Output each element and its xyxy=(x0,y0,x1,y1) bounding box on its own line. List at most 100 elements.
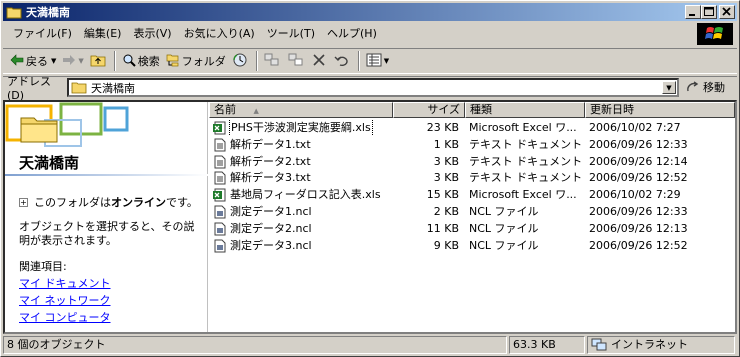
forward-dropdown-icon[interactable]: ▼ xyxy=(78,57,83,65)
go-label: 移動 xyxy=(703,81,725,94)
go-arrow-icon xyxy=(686,81,700,93)
table-row[interactable]: 測定データ1.ncl 2 KB NCL ファイル 2006/09/26 12:33 xyxy=(209,204,735,220)
excel-file-icon xyxy=(213,121,227,135)
file-size: 1 KB xyxy=(433,137,459,151)
file-name-cell[interactable]: 測定データ2.ncl xyxy=(209,221,393,237)
close-button[interactable] xyxy=(719,5,735,19)
menu-file[interactable]: ファイル(F) xyxy=(7,25,78,43)
file-type: テキスト ドキュメント xyxy=(469,137,583,151)
delete-button[interactable] xyxy=(309,50,331,72)
content-area: 天満橋南 + このフォルダは オンライン です。 オブジェクトを選択すると、その説明… xyxy=(3,100,737,334)
move-to-button[interactable] xyxy=(261,50,285,72)
undo-button[interactable] xyxy=(331,50,355,72)
file-name-cell[interactable]: 測定データ1.ncl xyxy=(209,204,393,220)
minimize-button[interactable] xyxy=(685,5,701,19)
file-name-cell[interactable]: PHS干渉波測定実施要綱.xls xyxy=(209,120,393,136)
back-button[interactable]: 戻る ▼ xyxy=(7,50,59,72)
windows-logo-icon xyxy=(697,23,733,45)
back-arrow-icon xyxy=(10,53,24,69)
excel-file-icon xyxy=(213,188,227,202)
status-size: 63.3 KB xyxy=(509,336,585,354)
table-row[interactable]: 解析データ1.txt 1 KB テキスト ドキュメント 2006/09/26 12:3… xyxy=(209,137,735,153)
column-header-modified[interactable]: 更新日時 xyxy=(585,102,735,118)
text-file-icon xyxy=(213,171,227,185)
link-my-computer[interactable]: マイ コンピュータ xyxy=(19,309,111,325)
delete-x-icon xyxy=(312,53,326,70)
file-modified: 2006/09/26 12:33 xyxy=(589,137,688,151)
address-value: 天満橋南 xyxy=(91,81,135,95)
ncl-file-icon xyxy=(213,222,227,236)
column-header-name[interactable]: 名前 ▲ xyxy=(209,102,393,118)
search-label: 検索 xyxy=(137,55,160,68)
file-name: 解析データ3.txt xyxy=(230,171,311,185)
file-list: 名前 ▲ サイズ 種類 更新日時 PHS干渉波測定実施要綱.xls 23 KB Mi… xyxy=(209,102,735,332)
related-heading: 関連項目: xyxy=(19,260,67,273)
copy-to-button[interactable] xyxy=(285,50,309,72)
address-bar: アドレス(D) 天満橋南 ▼ 移動 xyxy=(3,75,737,102)
folder-icon xyxy=(6,5,22,19)
standard-toolbar: 戻る ▼ ▼ 検索 フォルダ ▼ xyxy=(3,48,737,74)
table-row[interactable]: 解析データ3.txt 3 KB テキスト ドキュメント 2006/09/26 12:5… xyxy=(209,170,735,186)
online-bold: オンライン xyxy=(111,196,166,209)
file-name-cell[interactable]: 解析データ2.txt xyxy=(209,154,393,170)
forward-button[interactable]: ▼ xyxy=(59,50,86,72)
online-suffix: です。 xyxy=(166,196,198,209)
file-modified: 2006/09/26 12:52 xyxy=(589,171,688,185)
menu-bar: ファイル(F) 編集(E) 表示(V) お気に入り(A) ツール(T) ヘルプ(… xyxy=(3,23,693,45)
history-button[interactable] xyxy=(229,50,253,72)
file-type: NCL ファイル xyxy=(469,238,539,252)
web-view-pane: 天満橋南 + このフォルダは オンライン です。 オブジェクトを選択すると、その説明… xyxy=(5,102,208,332)
up-folder-button[interactable] xyxy=(87,50,111,72)
ncl-file-icon xyxy=(213,239,227,253)
table-row[interactable]: PHS干渉波測定実施要綱.xls 23 KB Microsoft Excel ワ..… xyxy=(209,120,735,136)
menu-edit[interactable]: 編集(E) xyxy=(78,25,128,43)
address-input[interactable]: 天満橋南 ▼ xyxy=(67,78,679,97)
text-file-icon xyxy=(213,155,227,169)
move-to-icon xyxy=(264,53,280,70)
menu-help[interactable]: ヘルプ(H) xyxy=(321,25,383,43)
file-size: 3 KB xyxy=(433,154,459,168)
views-button[interactable]: ▼ xyxy=(363,50,392,72)
status-zone: イントラネット xyxy=(587,336,735,354)
file-name: 解析データ1.txt xyxy=(230,137,311,151)
go-button[interactable]: 移動 xyxy=(686,79,725,95)
menu-favorites[interactable]: お気に入り(A) xyxy=(178,25,261,43)
back-dropdown-icon[interactable]: ▼ xyxy=(51,57,56,65)
folder-tree-icon xyxy=(166,53,180,70)
table-row[interactable]: 解析データ2.txt 3 KB テキスト ドキュメント 2006/09/26 12:1… xyxy=(209,154,735,170)
file-name-cell[interactable]: 測定データ3.ncl xyxy=(209,238,393,254)
file-modified: 2006/10/02 7:29 xyxy=(589,188,681,202)
link-my-documents[interactable]: マイ ドキュメント xyxy=(19,275,111,291)
search-button[interactable]: 検索 xyxy=(119,50,163,72)
folders-label: フォルダ xyxy=(181,55,226,68)
menu-view[interactable]: 表示(V) xyxy=(127,25,177,43)
history-icon xyxy=(232,52,248,71)
copy-to-icon xyxy=(288,53,304,70)
file-name: 測定データ1.ncl xyxy=(230,205,312,218)
toolbar-separator xyxy=(255,51,258,71)
forward-arrow-icon xyxy=(62,54,76,69)
menu-tools[interactable]: ツール(T) xyxy=(261,25,321,43)
column-header-type[interactable]: 種類 xyxy=(465,102,585,118)
table-row[interactable]: 測定データ2.ncl 11 KB NCL ファイル 2006/09/26 12:13 xyxy=(209,221,735,237)
file-name: 測定データ3.ncl xyxy=(230,238,312,252)
file-type: NCL ファイル xyxy=(469,205,539,218)
table-row[interactable]: 測定データ3.ncl 9 KB NCL ファイル 2006/09/26 12:52 xyxy=(209,238,735,254)
file-name: 解析データ2.txt xyxy=(230,154,311,168)
file-name-cell[interactable]: 解析データ1.txt xyxy=(209,137,393,153)
address-dropdown-button[interactable]: ▼ xyxy=(662,81,676,94)
undo-icon xyxy=(334,53,350,70)
table-row[interactable]: 基地局フィーダロス記入表.xls 15 KB Microsoft Excel ワ..… xyxy=(209,187,735,203)
title-bar[interactable]: 天満橋南 xyxy=(3,3,737,21)
views-dropdown-icon[interactable]: ▼ xyxy=(384,57,389,65)
file-type: テキスト ドキュメント xyxy=(469,171,583,185)
file-size: 11 KB xyxy=(426,221,459,235)
column-header-size[interactable]: サイズ xyxy=(393,102,465,118)
folders-button[interactable]: フォルダ xyxy=(163,50,229,72)
link-my-network[interactable]: マイ ネットワーク xyxy=(19,292,111,308)
file-name-cell[interactable]: 基地局フィーダロス記入表.xls xyxy=(209,187,393,203)
maximize-button[interactable] xyxy=(701,5,717,19)
expand-plus-icon[interactable]: + xyxy=(19,197,28,207)
toolbar-separator xyxy=(113,51,116,71)
file-name-cell[interactable]: 解析データ3.txt xyxy=(209,170,393,186)
